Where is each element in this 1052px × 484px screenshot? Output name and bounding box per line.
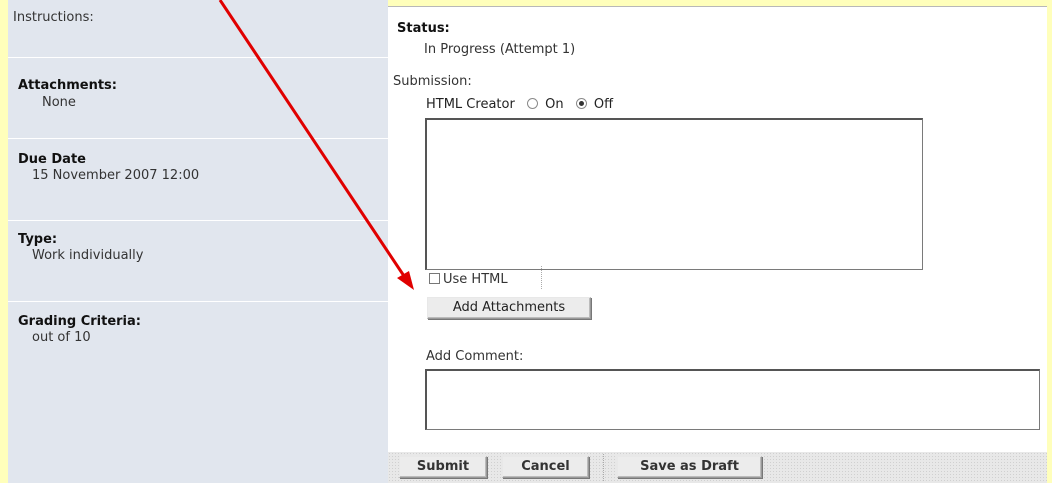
type-section: Type: Work individually <box>8 221 388 302</box>
grading-heading: Grading Criteria: <box>18 314 141 329</box>
page-edge-right <box>1047 0 1052 483</box>
use-html-checkbox[interactable] <box>429 273 440 284</box>
attachments-heading: Attachments: <box>18 78 117 93</box>
type-value: Work individually <box>32 248 144 263</box>
cancel-button[interactable]: Cancel <box>502 456 589 478</box>
grading-value: out of 10 <box>32 330 91 345</box>
use-html-label: Use HTML <box>443 272 508 287</box>
type-heading: Type: <box>18 232 58 247</box>
html-creator-label: HTML Creator <box>426 97 515 112</box>
html-creator-row: HTML Creator On Off <box>426 97 613 112</box>
status-value: In Progress (Attempt 1) <box>424 42 576 57</box>
grading-section: Grading Criteria: out of 10 <box>8 302 388 483</box>
attachments-value: None <box>42 95 76 110</box>
submission-textarea[interactable] <box>425 118 923 270</box>
form-action-bar: Submit Cancel Save as Draft <box>388 452 1047 483</box>
html-creator-off-label: Off <box>593 97 614 112</box>
html-creator-off-radio[interactable] <box>575 98 587 109</box>
footer-divider <box>603 454 605 481</box>
divider <box>541 266 543 289</box>
submission-label: Submission: <box>393 74 472 89</box>
assignment-details-panel: Instructions: Attachments: None Due Date… <box>8 0 388 483</box>
page-edge-left <box>0 0 8 483</box>
html-creator-on-radio[interactable] <box>526 98 538 109</box>
submission-form: Status: In Progress (Attempt 1) Submissi… <box>388 6 1047 484</box>
add-comment-label: Add Comment: <box>426 349 524 364</box>
instructions-section: Instructions: <box>8 0 388 58</box>
status-heading: Status: <box>397 21 450 36</box>
submit-button[interactable]: Submit <box>399 456 487 478</box>
due-date-section: Due Date 15 November 2007 12:00 <box>8 139 388 221</box>
due-date-value: 15 November 2007 12:00 <box>32 168 200 183</box>
attachments-section: Attachments: None <box>8 58 388 139</box>
due-date-heading: Due Date <box>18 152 86 167</box>
html-creator-on-label: On <box>545 97 564 112</box>
add-attachments-button[interactable]: Add Attachments <box>427 297 591 319</box>
save-as-draft-button[interactable]: Save as Draft <box>617 456 762 478</box>
instructions-label: Instructions: <box>13 10 94 25</box>
comment-textarea[interactable] <box>425 369 1040 430</box>
